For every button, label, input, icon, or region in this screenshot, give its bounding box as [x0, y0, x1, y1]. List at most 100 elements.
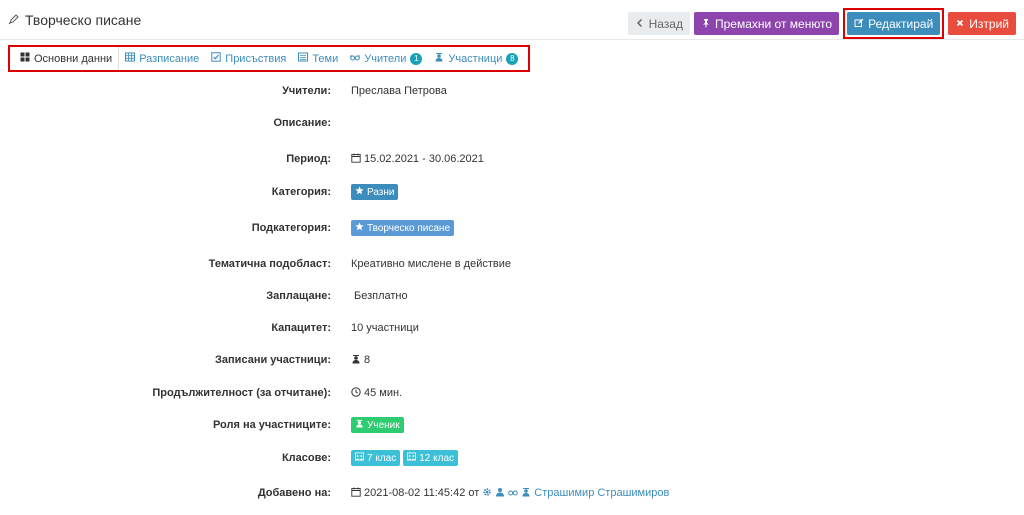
category-badge: Разни	[351, 184, 399, 200]
detail-value: 8	[351, 354, 370, 367]
subcategory-badge: Творческо писане	[351, 220, 455, 236]
close-icon	[955, 17, 965, 31]
detail-value: Ученик	[351, 417, 404, 433]
detail-label: Учители:	[282, 85, 331, 97]
detail-row-category: Категория: Разни	[0, 182, 1024, 202]
added-by-link[interactable]: Страшимир Страшимиров	[534, 487, 669, 499]
page-title-text: Творческо писане	[25, 12, 142, 28]
detail-label: Период:	[286, 153, 331, 165]
glasses-icon	[508, 487, 519, 500]
tab-topics[interactable]: Теми	[292, 47, 344, 70]
edit-icon	[854, 17, 864, 31]
teachers-count-badge: 1	[410, 52, 423, 65]
detail-label: Добавено на:	[257, 487, 331, 499]
edit-button-highlight: Редактирай	[843, 8, 945, 39]
detail-label: Тематична подобласт:	[208, 258, 331, 270]
tab-teachers[interactable]: Учители 1	[344, 47, 428, 70]
unpin-button[interactable]: Премахни от менюто	[693, 12, 840, 35]
capacity-value: 10 участници	[351, 322, 419, 334]
detail-value: Разни	[351, 184, 399, 200]
chevron-left-icon	[635, 17, 645, 31]
detail-label: Описание:	[273, 117, 331, 129]
detail-value: 15.02.2021 - 30.06.2021	[351, 153, 484, 166]
detail-label: Записани участници:	[215, 354, 331, 366]
student-icon	[355, 419, 364, 431]
page-header: Творческо писане Назад Премахни от менют…	[0, 0, 1024, 40]
tab-participants[interactable]: Участници 8	[428, 47, 524, 70]
detail-row-classes: Класове: 7 клас 12 клас	[0, 448, 1024, 468]
detail-value: Преслава Петрова	[351, 85, 447, 97]
list-icon	[298, 52, 309, 65]
class-value: 7 клас	[367, 452, 397, 464]
detail-row-subfield: Тематична подобласт: Креативно мислене в…	[0, 254, 1024, 274]
duration-value: 45 мин.	[364, 387, 403, 399]
detail-value: Безплатно	[354, 290, 408, 302]
detail-row-payment: Заплащане: Безплатно	[0, 286, 1024, 306]
pen-icon	[8, 12, 20, 28]
detail-row-duration: Продължителност (за отчитане): 45 мин.	[0, 383, 1024, 403]
delete-button[interactable]: Изтрий	[948, 12, 1016, 35]
payment-value: Безплатно	[354, 290, 408, 302]
class-badge: 12 клас	[403, 450, 459, 466]
detail-row-period: Период: 15.02.2021 - 30.06.2021	[0, 149, 1024, 169]
classroom-icon	[355, 452, 364, 464]
checkbox-icon	[211, 52, 221, 65]
tab-basic-data[interactable]: Основни данни	[14, 47, 120, 70]
detail-value: Творческо писане	[351, 220, 455, 236]
detail-label: Категория:	[271, 186, 331, 198]
subfield-value: Креативно мислене в действие	[351, 258, 512, 270]
detail-value: Креативно мислене в действие	[351, 258, 511, 270]
detail-label: Продължителност (за отчитане):	[152, 387, 331, 399]
detail-row-role: Роля на участниците: Ученик	[0, 415, 1024, 435]
detail-label: Заплащане:	[266, 290, 331, 302]
calendar-icon	[351, 153, 361, 166]
role-badge: Ученик	[351, 417, 404, 433]
tab-label: Теми	[312, 52, 339, 65]
student-icon	[351, 354, 361, 367]
teachers-value: Преслава Петрова	[351, 85, 447, 97]
detail-row-enrolled: Записани участници: 8	[0, 350, 1024, 370]
star-icon	[355, 222, 364, 234]
tab-label: Разписание	[139, 52, 200, 65]
gear-icon	[482, 487, 492, 500]
participants-count-badge: 8	[506, 52, 519, 65]
glasses-icon	[350, 52, 361, 65]
edit-button[interactable]: Редактирай	[847, 12, 941, 35]
detail-value: 2021-08-02 11:45:42 от Страшимир Страшим…	[351, 487, 669, 500]
user-admin-icon	[495, 487, 505, 500]
detail-row-description: Описание:	[0, 113, 1024, 133]
calendar-icon	[351, 487, 361, 500]
tab-attendance[interactable]: Присъствия	[205, 47, 292, 70]
class-badge: 7 клас	[351, 450, 401, 466]
detail-value: 10 участници	[351, 322, 419, 334]
detail-label: Класове:	[281, 452, 331, 464]
tab-label: Учители	[364, 52, 407, 65]
added-date-value: 2021-08-02 11:45:42 от	[364, 487, 480, 499]
back-button[interactable]: Назад	[627, 12, 690, 35]
detail-label: Капацитет:	[271, 322, 331, 334]
pin-icon	[701, 17, 711, 31]
subcategory-value: Творческо писане	[367, 222, 451, 234]
tab-label: Основни данни	[34, 52, 113, 65]
detail-value: 45 мин.	[351, 386, 403, 400]
page-title: Творческо писане	[8, 12, 141, 28]
edit-button-label: Редактирай	[868, 16, 934, 31]
detail-row-subcategory: Подкатегория: Творческо писане	[0, 218, 1024, 238]
tab-label: Участници	[448, 52, 503, 65]
role-value: Ученик	[367, 419, 400, 431]
table-icon	[125, 52, 136, 65]
period-value: 15.02.2021 - 30.06.2021	[364, 153, 484, 165]
delete-button-label: Изтрий	[969, 16, 1009, 31]
star-icon	[355, 186, 364, 198]
enrolled-value: 8	[364, 354, 371, 366]
grid-icon	[20, 52, 30, 65]
detail-label: Роля на участниците:	[212, 419, 331, 431]
detail-value: 7 клас 12 клас	[351, 450, 459, 466]
tab-schedule[interactable]: Разписание	[119, 47, 205, 70]
class-value: 12 клас	[419, 452, 455, 464]
unpin-button-label: Премахни от менюто	[714, 16, 833, 31]
detail-label: Подкатегория:	[251, 222, 331, 234]
clock-icon	[351, 386, 361, 400]
student-icon	[521, 487, 531, 500]
header-actions: Назад Премахни от менюто Редактирай Изтр…	[627, 8, 1016, 39]
